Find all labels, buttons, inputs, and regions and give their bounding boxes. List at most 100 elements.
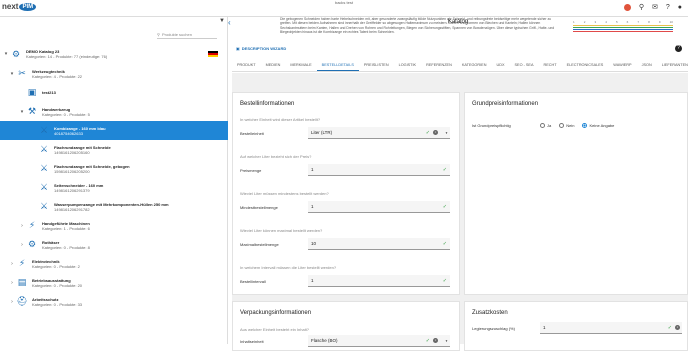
- packaging-question: Aus welcher Einheit besteht ein Inhalt?: [240, 327, 309, 332]
- field-input[interactable]: 1 ✓: [308, 164, 450, 176]
- tree-chevron-icon[interactable]: ›: [18, 242, 26, 248]
- tab-bestelldetails[interactable]: BESTELLDETAILS: [316, 60, 359, 71]
- radio-icon[interactable]: [540, 123, 545, 128]
- tab-electronicsales[interactable]: ELECTRONICSALES: [562, 60, 609, 71]
- tree-chevron-icon[interactable]: ›: [8, 299, 16, 305]
- field-value: 1: [311, 167, 314, 172]
- tree-node-meta: Kategorien: 0 - Produkte: 8: [42, 244, 90, 250]
- tree-node[interactable]: ▾ ✂ Werkzeugtechnik Kategorien: 4 - Produkt…: [0, 64, 228, 83]
- catalog-tree: ▾ ⚙ DEMO Katalog 23 Kategorien: 14 - Produk…: [0, 44, 228, 311]
- tab-preislisten[interactable]: PREISLISTEN: [359, 60, 394, 71]
- tab-seo-sea[interactable]: SEO - SEA: [510, 60, 539, 71]
- clear-icon[interactable]: ×: [675, 325, 680, 330]
- catalog-icon: ⚙: [11, 48, 21, 59]
- dropdown-icon[interactable]: ▼: [445, 339, 448, 343]
- base-price-title: Grundpreisinformationen: [472, 101, 539, 107]
- scale-number: 7: [637, 20, 640, 24]
- hand-tool-icon: ⚒: [27, 106, 37, 116]
- base-price-radios: Ist Grundpreispflichtig Ja Nein Keine Anga…: [472, 123, 622, 128]
- order-field: Mindestbestellmenge 1 ✓: [240, 201, 450, 213]
- field-input[interactable]: 1 ✓: [308, 201, 450, 213]
- scale-color-line: [573, 29, 673, 30]
- tab-lieferanten[interactable]: LIEFERANTEN: [657, 60, 688, 71]
- tree-chevron-icon[interactable]: ›: [8, 261, 16, 267]
- tab-content: Bestellinformationen In welcher Einheit …: [232, 73, 688, 351]
- field-select[interactable]: Liter (LTR) ✓ × ▼: [308, 127, 450, 139]
- radio-option[interactable]: Keine Angabe: [582, 123, 614, 128]
- scale-number: 6: [626, 20, 629, 24]
- radio-icon[interactable]: [582, 123, 588, 128]
- help-icon[interactable]: ?: [675, 45, 682, 52]
- dropdown-icon[interactable]: ▼: [445, 131, 448, 135]
- mail-icon[interactable]: ✉: [652, 4, 658, 11]
- tab-udx[interactable]: UDX: [491, 60, 509, 71]
- tab-medien[interactable]: MEDIEN: [261, 60, 286, 71]
- radio-option[interactable]: Nein: [559, 123, 574, 128]
- tree-node[interactable]: ⚔ Kombizange - 160 mm blau 4018754062633: [0, 121, 228, 140]
- tree-chevron-icon[interactable]: ▾: [8, 71, 16, 77]
- order-info-title: Bestellinformationen: [240, 101, 295, 107]
- tab-recht[interactable]: RECHT: [539, 60, 562, 71]
- field-label: Maximalbestellmenge: [240, 242, 279, 247]
- field-question: In welcher Einheit wird dieser Artikel b…: [240, 117, 321, 122]
- tab-json[interactable]: JSON: [637, 60, 657, 71]
- tree-chevron-icon[interactable]: ›: [18, 223, 26, 229]
- tree-node-meta: Kategorien: 0 - Produkte: 5: [42, 111, 90, 117]
- product-search-input[interactable]: ⚲ Produkte suchen: [157, 30, 217, 39]
- tab-kategorien[interactable]: KATEGORIEN: [457, 60, 492, 71]
- scale-numbers: 1 2 3 4 5 6 7 8 9 10: [573, 20, 673, 24]
- tree-node-meta: 4018754062633: [54, 130, 83, 136]
- tree-chevron-icon[interactable]: ▾: [2, 51, 10, 57]
- description-wizard-button[interactable]: ▣ DESCRIPTION WIZARD: [236, 46, 286, 51]
- help-icon[interactable]: ?: [666, 4, 670, 11]
- field-value: 1: [311, 204, 314, 209]
- tree-node[interactable]: › ⚙ Rothäser Kategorien: 0 - Produkte: 8: [0, 235, 228, 254]
- pliers-icon: ⚔: [39, 163, 49, 173]
- radio-icon[interactable]: [559, 123, 565, 128]
- extra-costs-title: Zusatzkosten: [472, 310, 508, 316]
- pliers-icon: ⚔: [39, 201, 49, 211]
- tree-node[interactable]: › ⚡ Handgeführte Maschinen Kategorien: 1 - …: [0, 216, 228, 235]
- tree-node[interactable]: ▾ ⚙ DEMO Katalog 23 Kategorien: 14 - Produk…: [0, 44, 228, 64]
- catalog-sidebar: ▼ ‹ ⚲ Produkte suchen ▾ ⚙ DEMO Katalog 23 K…: [0, 17, 231, 344]
- tree-node-name: Handgeführte Maschinen: [42, 220, 90, 226]
- tree-node-name: test213: [42, 90, 56, 95]
- content-unit-select[interactable]: Flasche (BO) ✓ × ▼: [308, 335, 450, 347]
- alloy-surcharge-input[interactable]: 1 ✓ ×: [540, 322, 682, 334]
- tree-node[interactable]: ▣ test213: [0, 83, 228, 102]
- content-unit-label: Inhaltseinheit: [240, 339, 264, 344]
- tab-produkt[interactable]: PRODUKT: [232, 60, 261, 71]
- tree-node[interactable]: › ⚡ Elektrotechnik Kategorien: 0 - Produkte…: [0, 254, 228, 273]
- tree-node[interactable]: ⚔ Seitenschneider - 160 mm 149816120629137…: [0, 178, 228, 197]
- tree-node[interactable]: › ⛑ Arbeitsschutz Kategorien: 0 - Produkte:…: [0, 292, 228, 311]
- notification-icon[interactable]: [623, 4, 631, 11]
- radio-label: Ja: [547, 123, 552, 128]
- field-value: 1: [311, 278, 314, 283]
- clear-icon[interactable]: ×: [433, 338, 438, 343]
- pliers-icon: ⚔: [39, 125, 49, 135]
- tab-wawierp[interactable]: WAWIERP: [608, 60, 636, 71]
- tree-node[interactable]: ⚔ Wasserpumpenzange mit Mehrkomponenten-H…: [0, 197, 228, 216]
- field-input[interactable]: 1 ✓: [308, 275, 450, 287]
- tree-node[interactable]: ⚔ Flachrundzange mit Schneide, gebogen 159…: [0, 159, 228, 178]
- field-input[interactable]: 10 ✓: [308, 238, 450, 250]
- tab-logistik[interactable]: LOGISTIK: [394, 60, 422, 71]
- pin-icon[interactable]: ⚲: [639, 4, 644, 11]
- german-flag-icon: [208, 51, 218, 57]
- user-icon[interactable]: ●: [678, 4, 682, 11]
- tree-node[interactable]: ⚔ Flachrundzange mit Schneide 149816120620…: [0, 140, 228, 159]
- product-description: Die gebogenen Schneiden haben harte Hebe…: [280, 17, 555, 34]
- field-label: Bestellintervall: [240, 279, 266, 284]
- scale-color-line: [573, 25, 673, 26]
- tree-chevron-icon[interactable]: ›: [8, 280, 16, 286]
- check-icon: ✓: [442, 203, 447, 210]
- clear-icon[interactable]: ×: [433, 130, 438, 135]
- tab-referenzen[interactable]: REFERENZEN: [421, 60, 457, 71]
- tree-chevron-icon[interactable]: ▾: [18, 109, 26, 115]
- filter-icon[interactable]: ▼: [219, 18, 225, 24]
- tree-node[interactable]: ▾ ⚒ Handwerkzeug Kategorien: 0 - Produkte: …: [0, 102, 228, 121]
- radio-option[interactable]: Ja: [540, 123, 551, 128]
- tab-merkmale[interactable]: MERKMALE: [285, 60, 316, 71]
- tree-node[interactable]: › ▤ Betriebsausstattung Kategorien: 0 - Pro…: [0, 273, 228, 292]
- field-value: Liter (LTR): [311, 130, 333, 135]
